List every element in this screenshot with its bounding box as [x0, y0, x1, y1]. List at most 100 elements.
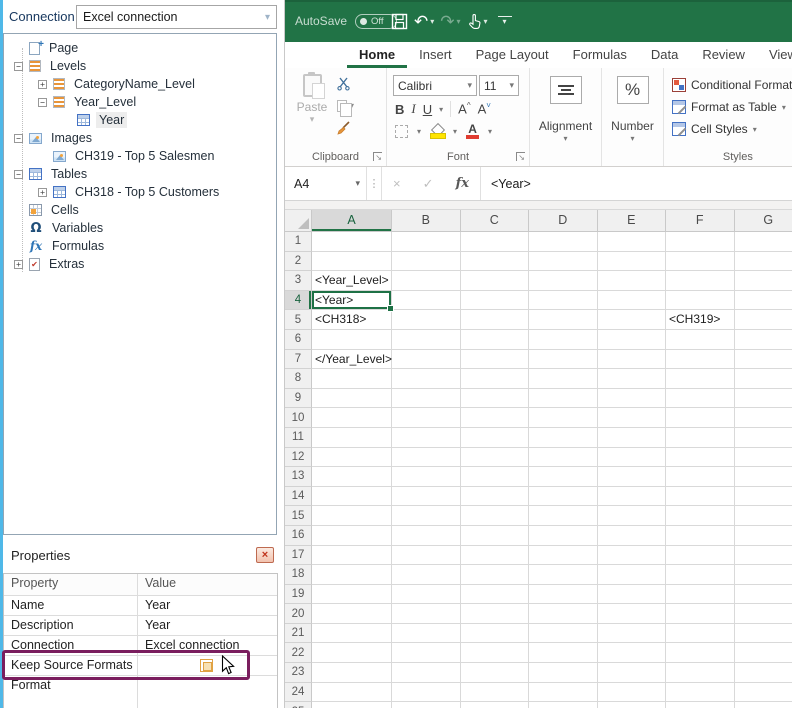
grid-cell[interactable]	[312, 428, 392, 448]
grid-cell[interactable]	[666, 448, 735, 468]
grid-cell[interactable]	[392, 683, 461, 703]
grid-cell[interactable]	[529, 585, 598, 605]
grid-cell[interactable]	[666, 506, 735, 526]
row-header-23[interactable]: 23	[285, 663, 312, 683]
expander-icon[interactable]: −	[38, 98, 47, 107]
grid-cell[interactable]	[735, 232, 792, 252]
grid-cell[interactable]	[529, 467, 598, 487]
grid-cell[interactable]	[598, 350, 667, 370]
grid-cell[interactable]	[461, 428, 530, 448]
grid-cell[interactable]	[598, 683, 667, 703]
row-header-24[interactable]: 24	[285, 683, 312, 703]
grid-cell[interactable]	[735, 448, 792, 468]
decrease-font-size-button[interactable]: A˅	[478, 101, 491, 116]
font-size-dropdown[interactable]: 11 ▾	[479, 75, 519, 96]
expander-icon[interactable]: +	[14, 260, 23, 269]
tab-insert[interactable]: Insert	[407, 42, 464, 68]
formula-input[interactable]: <Year>	[481, 167, 792, 200]
chevron-down-icon[interactable]: ▾	[488, 127, 492, 136]
grid-cell[interactable]	[312, 232, 392, 252]
grid-cell[interactable]	[598, 428, 667, 448]
expander-icon[interactable]: −	[14, 170, 23, 179]
grid-cell[interactable]	[392, 506, 461, 526]
grid-cell[interactable]	[392, 291, 461, 311]
grid-cell[interactable]	[392, 271, 461, 291]
grid-cell[interactable]	[735, 506, 792, 526]
row-header-15[interactable]: 15	[285, 506, 312, 526]
grid-cell[interactable]	[461, 252, 530, 272]
grid-cell[interactable]	[529, 310, 598, 330]
grid-cell[interactable]	[598, 624, 667, 644]
number-group[interactable]: % Number ▾	[602, 68, 664, 166]
grid-cell[interactable]	[598, 330, 667, 350]
expander-icon[interactable]: −	[14, 134, 23, 143]
grid-cell[interactable]	[598, 271, 667, 291]
grid-cell[interactable]	[392, 389, 461, 409]
row-header-25[interactable]: 25	[285, 702, 312, 708]
column-header-b[interactable]: B	[392, 210, 461, 232]
grid-cell[interactable]	[598, 310, 667, 330]
grid-cell[interactable]	[312, 546, 392, 566]
conditional-formatting-button[interactable]: Conditional Formatting	[672, 75, 792, 95]
row-header-16[interactable]: 16	[285, 526, 312, 546]
column-header-f[interactable]: F	[666, 210, 735, 232]
grid-cell[interactable]	[529, 252, 598, 272]
grid-cell[interactable]	[666, 291, 735, 311]
chevron-down-icon[interactable]: ▾	[355, 178, 360, 189]
grid-cell[interactable]	[529, 624, 598, 644]
tree-item-ch318-top-5-customers[interactable]: +CH318 - Top 5 Customers	[4, 183, 276, 201]
grid-cell[interactable]	[666, 467, 735, 487]
fill-color-icon[interactable]	[430, 125, 444, 139]
grid-cell[interactable]	[312, 252, 392, 272]
grid-cell[interactable]	[461, 663, 530, 683]
grid-cell[interactable]	[735, 389, 792, 409]
format-painter-button[interactable]	[337, 120, 354, 135]
grid-cell[interactable]: </Year_Level>	[312, 350, 392, 370]
grid-cell[interactable]	[461, 369, 530, 389]
grid-cell[interactable]	[666, 565, 735, 585]
italic-button[interactable]: I	[411, 101, 415, 117]
property-row-name[interactable]: NameYear	[4, 595, 277, 615]
grid-cell[interactable]	[666, 389, 735, 409]
grid-cell[interactable]	[392, 487, 461, 507]
chevron-down-icon[interactable]: ▾	[439, 105, 443, 114]
row-header-17[interactable]: 17	[285, 546, 312, 566]
expander-icon[interactable]: +	[38, 80, 47, 89]
row-header-19[interactable]: 19	[285, 585, 312, 605]
grid-cell[interactable]	[598, 643, 667, 663]
grid-cell[interactable]	[529, 604, 598, 624]
grid-cell[interactable]	[392, 448, 461, 468]
grid-cell[interactable]	[461, 683, 530, 703]
grid-cell[interactable]	[529, 291, 598, 311]
column-header-g[interactable]: G	[735, 210, 792, 232]
grid-cell[interactable]	[529, 663, 598, 683]
grid-cell[interactable]	[666, 330, 735, 350]
grid-cell[interactable]	[392, 350, 461, 370]
touch-mouse-mode-button[interactable]: ▾	[467, 13, 488, 30]
alignment-button[interactable]	[550, 76, 582, 104]
alignment-group[interactable]: Alignment ▾	[530, 68, 602, 166]
selected-cell[interactable]: <Year>	[312, 291, 392, 311]
tree-item-tables[interactable]: −Tables	[4, 165, 276, 183]
grid-cell[interactable]	[735, 369, 792, 389]
grid-cell[interactable]	[598, 487, 667, 507]
dialog-launcher-icon[interactable]: ↘	[373, 152, 382, 161]
select-all-corner[interactable]	[285, 210, 312, 232]
cut-button[interactable]	[337, 76, 354, 91]
grid-cell[interactable]	[392, 408, 461, 428]
row-header-11[interactable]: 11	[285, 428, 312, 448]
redo-button[interactable]: ↷ ▾	[440, 13, 460, 30]
grid-cell[interactable]	[735, 428, 792, 448]
grid-cell[interactable]	[461, 389, 530, 409]
grid-cell[interactable]	[598, 448, 667, 468]
grid-cell[interactable]	[735, 585, 792, 605]
grid-cell[interactable]	[735, 487, 792, 507]
grid-cell[interactable]	[392, 252, 461, 272]
property-value[interactable]	[138, 656, 277, 675]
grid-cell[interactable]	[461, 526, 530, 546]
grid-cell[interactable]	[461, 624, 530, 644]
row-header-6[interactable]: 6	[285, 330, 312, 350]
number-button[interactable]: %	[617, 76, 649, 104]
undo-button[interactable]: ↶ ▾	[414, 13, 434, 30]
grid-cell[interactable]	[666, 232, 735, 252]
